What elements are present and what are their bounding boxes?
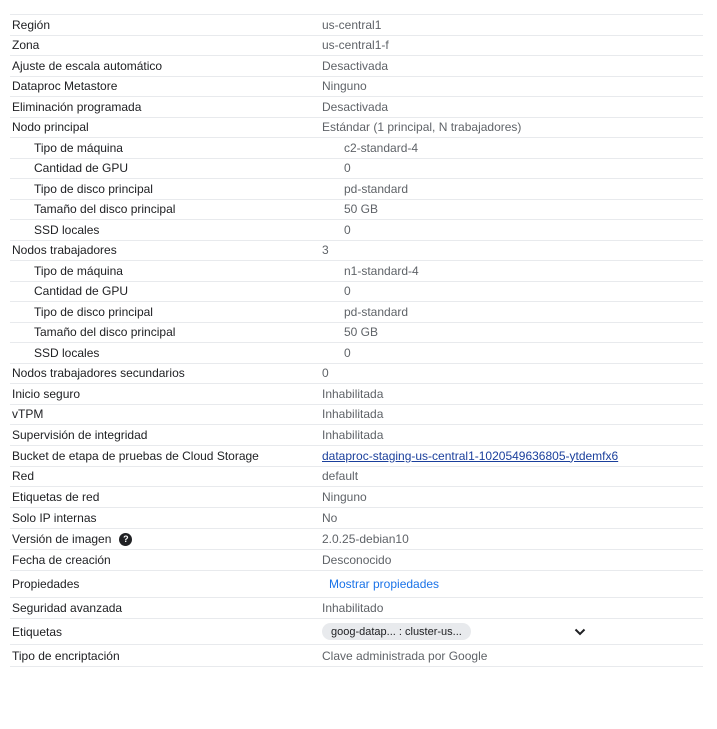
detail-row-worker-disk-type: Tipo de disco principal pd-standard xyxy=(10,302,703,323)
detail-label: Tamaño del disco principal xyxy=(34,325,176,340)
detail-label: Supervisión de integridad xyxy=(12,427,148,442)
detail-value: No xyxy=(322,511,338,525)
detail-label: Nodos trabajadores secundarios xyxy=(12,366,185,381)
detail-label: Zona xyxy=(12,38,40,53)
detail-value: us-central1 xyxy=(322,17,382,32)
detail-row-primary-node: Nodo principal Estándar (1 principal, N … xyxy=(10,118,703,138)
detail-row-worker-machine-type: Tipo de máquina n1-standard-4 xyxy=(10,261,703,282)
detail-row-worker-local-ssd: SSD locales 0 xyxy=(10,343,703,364)
question-circle-icon[interactable]: ? xyxy=(119,532,133,546)
detail-label: Seguridad avanzada xyxy=(12,601,123,615)
detail-value: Ninguno xyxy=(322,490,367,504)
detail-label: Nodo principal xyxy=(12,120,89,135)
detail-label: Nodos trabajadores xyxy=(12,243,117,258)
detail-label: Etiquetas de red xyxy=(12,490,100,504)
detail-row-network: Red default xyxy=(10,467,703,487)
staging-bucket-link[interactable]: dataproc-staging-us-central1-10205496368… xyxy=(322,449,618,463)
detail-row-integrity-monitoring: Supervisión de integridad Inhabilitada xyxy=(10,425,703,446)
detail-value: 0 xyxy=(344,284,351,299)
detail-label: Bucket de etapa de pruebas de Cloud Stor… xyxy=(12,448,259,463)
chevron-down-icon[interactable] xyxy=(573,625,587,639)
detail-row-primary-machine-type: Tipo de máquina c2-standard-4 xyxy=(10,138,703,159)
detail-label: Red xyxy=(12,469,35,484)
detail-label: Ajuste de escala automático xyxy=(12,58,163,73)
detail-row-properties: Propiedades Mostrar propiedades xyxy=(10,571,703,598)
detail-value: n1-standard-4 xyxy=(344,263,419,278)
cluster-details-table: Región us-central1 Zona us-central1-f Aj… xyxy=(10,14,703,667)
detail-label: vTPM xyxy=(12,407,44,422)
show-properties-button[interactable]: Mostrar propiedades xyxy=(322,577,439,591)
detail-label: Cantidad de GPU xyxy=(34,284,129,299)
detail-row-primary-disk-size: Tamaño del disco principal 50 GB xyxy=(10,200,703,220)
detail-value: 50 GB xyxy=(344,202,379,217)
detail-row-metastore: Dataproc Metastore Ninguno xyxy=(10,77,703,97)
detail-row-secondary-workers: Nodos trabajadores secundarios 0 xyxy=(10,364,703,384)
detail-label: Cantidad de GPU xyxy=(34,161,129,176)
detail-value: Estándar (1 principal, N trabajadores) xyxy=(322,120,522,135)
detail-row-primary-disk-type: Tipo de disco principal pd-standard xyxy=(10,179,703,200)
detail-value: Desconocido xyxy=(322,553,392,567)
image-version-label: Versión de imagen xyxy=(12,532,112,546)
detail-row-primary-local-ssd: SSD locales 0 xyxy=(10,220,703,241)
detail-row-network-tags: Etiquetas de red Ninguno xyxy=(10,487,703,508)
detail-label: Tipo de disco principal xyxy=(34,181,153,196)
detail-label: Fecha de creación xyxy=(12,553,111,567)
detail-value: Inhabilitada xyxy=(322,407,384,422)
detail-label: Inicio seguro xyxy=(12,386,81,401)
detail-value: 0 xyxy=(344,345,351,360)
detail-value: Desactivada xyxy=(322,99,389,114)
detail-row-creation-date: Fecha de creación Desconocido xyxy=(10,550,703,571)
detail-row-primary-gpu-count: Cantidad de GPU 0 xyxy=(10,159,703,179)
detail-value: Ninguno xyxy=(322,79,367,94)
detail-label: Etiquetas xyxy=(12,624,63,639)
detail-label: Eliminación programada xyxy=(12,99,142,114)
detail-value: default xyxy=(322,469,359,484)
detail-value: Clave administrada por Google xyxy=(322,648,488,663)
detail-value: 0 xyxy=(344,222,351,237)
detail-label: Dataproc Metastore xyxy=(12,79,118,94)
detail-value: Desactivada xyxy=(322,58,389,73)
detail-label: Tipo de disco principal xyxy=(34,304,153,319)
detail-value: 2.0.25-debian10 xyxy=(322,532,409,546)
detail-label: Versión de imagen ? xyxy=(10,532,322,546)
detail-row-vtpm: vTPM Inhabilitada xyxy=(10,405,703,425)
detail-value: 3 xyxy=(322,243,329,258)
detail-value: Inhabilitada xyxy=(322,386,384,401)
detail-value: 0 xyxy=(322,366,329,381)
detail-label: Región xyxy=(12,17,51,32)
detail-label: SSD locales xyxy=(34,222,100,237)
detail-row-internal-ip-only: Solo IP internas No xyxy=(10,508,703,529)
detail-value: Inhabilitado xyxy=(322,601,384,615)
detail-value: pd-standard xyxy=(344,181,409,196)
detail-row-advanced-security: Seguridad avanzada Inhabilitado xyxy=(10,598,703,619)
detail-row-worker-nodes: Nodos trabajadores 3 xyxy=(10,241,703,261)
detail-value: 0 xyxy=(344,161,351,176)
detail-row-zone: Zona us-central1-f xyxy=(10,36,703,56)
label-chip[interactable]: goog-datap... : cluster-us... xyxy=(322,623,471,640)
detail-row-worker-gpu-count: Cantidad de GPU 0 xyxy=(10,282,703,302)
detail-row-staging-bucket: Bucket de etapa de pruebas de Cloud Stor… xyxy=(10,446,703,467)
detail-label: Tipo de máquina xyxy=(34,263,123,278)
detail-label: Propiedades xyxy=(12,577,80,591)
detail-row-labels: Etiquetas goog-datap... : cluster-us... xyxy=(10,619,703,645)
detail-row-region: Región us-central1 xyxy=(10,15,703,36)
detail-value: Inhabilitada xyxy=(322,427,384,442)
detail-value: us-central1-f xyxy=(322,38,389,53)
detail-label: Tipo de máquina xyxy=(34,140,123,155)
detail-label: Tipo de encriptación xyxy=(12,648,120,663)
detail-value: c2-standard-4 xyxy=(344,140,419,155)
detail-row-secure-boot: Inicio seguro Inhabilitada xyxy=(10,384,703,405)
detail-value: pd-standard xyxy=(344,304,409,319)
detail-label: SSD locales xyxy=(34,345,100,360)
detail-row-worker-disk-size: Tamaño del disco principal 50 GB xyxy=(10,323,703,343)
detail-value: 50 GB xyxy=(344,325,379,340)
detail-row-image-version: Versión de imagen ? 2.0.25-debian10 xyxy=(10,529,703,550)
detail-row-scheduled-deletion: Eliminación programada Desactivada xyxy=(10,97,703,118)
detail-row-encryption-type: Tipo de encriptación Clave administrada … xyxy=(10,645,703,667)
detail-row-autoscaling: Ajuste de escala automático Desactivada xyxy=(10,56,703,77)
detail-label: Tamaño del disco principal xyxy=(34,202,176,217)
detail-label: Solo IP internas xyxy=(12,511,97,525)
